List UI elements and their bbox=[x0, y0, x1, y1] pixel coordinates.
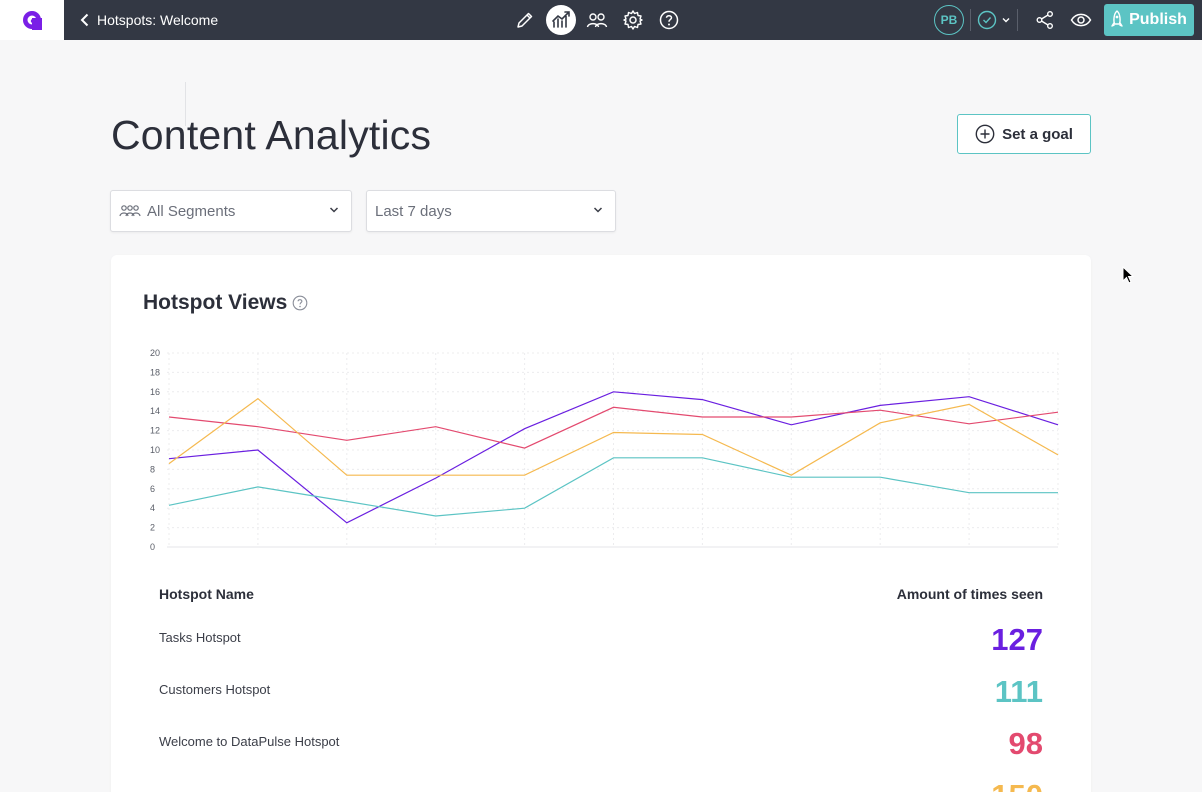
y-tick-label: 4 bbox=[150, 503, 155, 513]
y-tick-label: 18 bbox=[150, 367, 160, 377]
segment-select-value: All Segments bbox=[147, 202, 236, 220]
table-row[interactable]: 150 bbox=[159, 778, 1043, 792]
top-navigation-bar: Hotspots: Welcome PB Publish bbox=[0, 0, 1202, 40]
hotspot-count: 98 bbox=[1008, 726, 1043, 761]
users-icon bbox=[119, 205, 141, 217]
avatar[interactable]: PB bbox=[934, 5, 964, 35]
y-tick-label: 14 bbox=[150, 406, 160, 416]
y-tick-label: 0 bbox=[150, 542, 155, 552]
y-tick-label: 20 bbox=[150, 348, 160, 358]
chevron-down-icon bbox=[329, 207, 339, 213]
back-link[interactable]: Hotspots: Welcome bbox=[80, 0, 218, 40]
y-tick-label: 16 bbox=[150, 387, 160, 397]
set-goal-label: Set a goal bbox=[1002, 125, 1073, 143]
line-chart: 20181614121086420 bbox=[150, 348, 1059, 552]
publish-button[interactable]: Publish bbox=[1104, 4, 1194, 36]
help-icon[interactable] bbox=[654, 5, 684, 35]
mouse-cursor-icon bbox=[1122, 266, 1135, 284]
logo-icon bbox=[23, 11, 42, 30]
chevron-down-icon bbox=[593, 207, 603, 213]
hotspot-count: 127 bbox=[991, 622, 1043, 657]
table-row[interactable]: Tasks Hotspot 127 bbox=[159, 622, 1043, 674]
y-tick-label: 10 bbox=[150, 445, 160, 455]
eye-icon[interactable] bbox=[1066, 5, 1096, 35]
y-tick-label: 2 bbox=[150, 523, 155, 533]
status-dropdown[interactable] bbox=[977, 10, 1011, 30]
column-header-name: Hotspot Name bbox=[159, 586, 254, 602]
publish-label: Publish bbox=[1129, 11, 1187, 28]
divider bbox=[1017, 9, 1018, 31]
gear-icon[interactable] bbox=[618, 5, 648, 35]
card-title-text: Hotspot Views bbox=[143, 291, 288, 314]
analytics-icon[interactable] bbox=[546, 5, 576, 35]
header-actions: PB Publish bbox=[934, 4, 1194, 36]
y-tick-label: 12 bbox=[150, 426, 160, 436]
chevron-left-icon bbox=[80, 13, 89, 27]
check-circle-icon bbox=[977, 10, 997, 30]
y-tick-label: 8 bbox=[150, 464, 155, 474]
hotspot-count: 111 bbox=[994, 674, 1043, 709]
hotspot-name: Tasks Hotspot bbox=[159, 630, 241, 645]
plus-circle-icon bbox=[975, 124, 995, 144]
chevron-down-icon bbox=[1002, 18, 1010, 23]
date-range-select[interactable]: Last 7 days bbox=[366, 190, 616, 232]
pencil-icon[interactable] bbox=[510, 5, 540, 35]
card-title: Hotspot Views bbox=[143, 291, 308, 315]
editor-toolbar bbox=[510, 4, 690, 36]
users-icon[interactable] bbox=[582, 5, 612, 35]
share-icon[interactable] bbox=[1030, 5, 1060, 35]
rocket-icon bbox=[1111, 10, 1123, 27]
y-tick-label: 6 bbox=[150, 484, 155, 494]
hotspot-views-card: Hotspot Views 20 18 16 14 12 10 8 6 4 2 0 Hotspot … bbox=[111, 255, 1091, 792]
segment-select[interactable]: All Segments bbox=[110, 190, 352, 232]
hotspot-count: 150 bbox=[991, 778, 1043, 792]
set-goal-button[interactable]: Set a goal bbox=[957, 114, 1091, 154]
table-row[interactable]: Customers Hotspot 111 bbox=[159, 674, 1043, 726]
table-row[interactable]: Welcome to DataPulse Hotspot 98 bbox=[159, 726, 1043, 778]
back-link-label: Hotspots: Welcome bbox=[97, 12, 219, 28]
help-icon[interactable] bbox=[292, 295, 308, 311]
date-range-value: Last 7 days bbox=[375, 202, 452, 220]
hotspot-name: Welcome to DataPulse Hotspot bbox=[159, 734, 340, 749]
page-title: Content Analytics bbox=[111, 112, 432, 158]
hotspot-name: Customers Hotspot bbox=[159, 682, 271, 697]
app-logo[interactable] bbox=[0, 0, 64, 40]
divider bbox=[970, 9, 971, 31]
column-header-amount: Amount of times seen bbox=[896, 586, 1043, 602]
